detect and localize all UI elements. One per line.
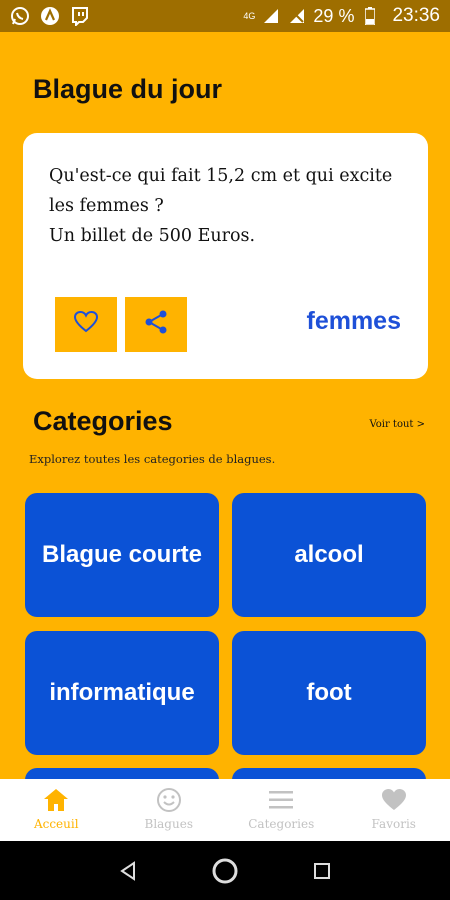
category-tile[interactable]: informatique	[25, 631, 219, 755]
signal-icon	[287, 6, 307, 26]
categories-subtitle: Explorez toutes les categories de blague…	[29, 452, 276, 466]
nav-item-categories[interactable]: Categories	[225, 779, 338, 841]
nav-label: Favoris	[371, 817, 416, 831]
bottom-navigation: Acceuil Blagues Categories Favoris	[0, 779, 450, 841]
heart-icon	[380, 786, 408, 814]
menu-icon	[267, 786, 295, 814]
joke-card: Qu'est-ce qui fait 15,2 cm et qui excite…	[23, 133, 428, 379]
joke-text: Qu'est-ce qui fait 15,2 cm et qui excite…	[49, 166, 393, 246]
nav-label: Categories	[248, 817, 315, 831]
app-icon	[40, 6, 60, 26]
category-tile[interactable]: Blague courte	[25, 493, 219, 617]
joke-category-link[interactable]: femmes	[307, 307, 402, 336]
clock: 23:36	[392, 5, 440, 26]
home-circle-icon[interactable]	[210, 856, 240, 886]
share-icon	[144, 309, 168, 340]
battery-percent: 29 %	[313, 5, 355, 26]
categories-title: Categories	[33, 406, 173, 436]
network-type: 4G	[243, 11, 256, 21]
twitch-icon	[70, 6, 90, 26]
nav-item-home[interactable]: Acceuil	[0, 779, 113, 841]
status-bar: 4G 29 % 23:36	[0, 0, 450, 32]
nav-label: Acceuil	[33, 817, 79, 831]
system-navigation-bar	[0, 841, 450, 900]
share-button[interactable]	[125, 297, 187, 352]
nav-label: Blagues	[144, 817, 193, 831]
smiley-icon	[155, 786, 183, 814]
heart-outline-icon	[73, 310, 99, 339]
favorite-button[interactable]	[55, 297, 117, 352]
nav-item-favorites[interactable]: Favoris	[338, 779, 450, 841]
joke-of-day-title: Blague du jour	[33, 74, 222, 104]
home-icon	[42, 786, 70, 814]
signal-icon	[261, 6, 281, 26]
whatsapp-icon	[10, 6, 30, 26]
category-tile[interactable]: foot	[232, 631, 426, 755]
battery-icon	[360, 6, 380, 26]
recents-icon[interactable]	[307, 856, 337, 886]
back-icon[interactable]	[113, 856, 143, 886]
nav-item-jokes[interactable]: Blagues	[113, 779, 226, 841]
category-tile[interactable]: alcool	[232, 493, 426, 617]
see-all-link[interactable]: Voir tout >	[369, 419, 425, 430]
